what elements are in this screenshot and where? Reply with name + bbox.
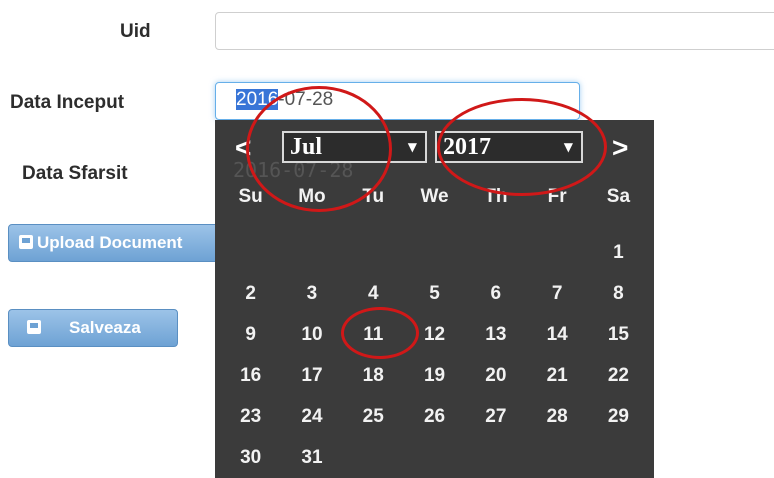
day-cell[interactable]: 23 (220, 396, 281, 437)
year-select[interactable]: 2017 ▼ (435, 131, 583, 163)
empty-day-cell (281, 232, 342, 273)
day-cell[interactable]: 31 (281, 437, 342, 478)
day-cell[interactable]: 18 (343, 355, 404, 396)
day-grid: 1 2 3 4 5 6 7 8 9 10 11 12 13 14 15 16 17 18 19 20 21 22 23 24 2… (220, 232, 649, 478)
day-cell[interactable]: 24 (281, 396, 342, 437)
day-cell[interactable]: 30 (220, 437, 281, 478)
upload-document-label: Upload Document (37, 233, 183, 252)
empty-day-cell (526, 232, 587, 273)
weekday-label: Fr (547, 186, 567, 207)
day-cell[interactable]: 13 (465, 314, 526, 355)
end-date-label: Data Sfarsit (22, 163, 128, 184)
empty-day-cell (404, 232, 465, 273)
day-cell[interactable]: 17 (281, 355, 342, 396)
weekday-header: Su Mo Tu We Th Fr Sa (220, 186, 649, 208)
weekday-label: Sa (606, 186, 631, 207)
empty-day-cell (465, 232, 526, 273)
empty-day-cell (343, 232, 404, 273)
weekday-label: We (420, 186, 449, 207)
weekday-label: Mo (298, 186, 326, 207)
day-cell[interactable]: 20 (465, 355, 526, 396)
day-cell[interactable]: 16 (220, 355, 281, 396)
day-cell[interactable]: 11 (343, 314, 404, 355)
day-cell[interactable]: 4 (343, 273, 404, 314)
chevron-down-icon: ▼ (407, 140, 417, 154)
start-date-selected-text: 2016 (236, 89, 279, 110)
day-cell[interactable]: 22 (588, 355, 649, 396)
start-date-text: -07-28 (278, 89, 334, 110)
day-cell[interactable]: 9 (220, 314, 281, 355)
weekday-label: Su (238, 186, 263, 207)
start-date-label: Data Inceput (10, 92, 125, 113)
weekday-label: Tu (362, 186, 385, 207)
start-date-input[interactable]: 2016-07-28 (215, 82, 580, 120)
day-cell[interactable]: 7 (526, 273, 587, 314)
uid-label: Uid (120, 21, 151, 42)
day-cell[interactable]: 26 (404, 396, 465, 437)
save-button[interactable]: Salveaza (8, 309, 178, 347)
day-cell[interactable]: 1 (588, 232, 649, 273)
datepicker: < 2016-07-28 Jul ▼ 2017 ▼ > Su Mo Tu We Th Fr… (215, 120, 654, 478)
day-cell[interactable]: 19 (404, 355, 465, 396)
day-cell[interactable]: 2 (220, 273, 281, 314)
month-value: Jul (290, 134, 323, 160)
next-month-button[interactable]: > (612, 132, 628, 164)
weekday-label: Th (484, 186, 508, 207)
uid-input[interactable] (215, 12, 774, 50)
day-cell[interactable]: 8 (588, 273, 649, 314)
floppy-disk-icon (27, 320, 41, 334)
day-cell[interactable]: 28 (526, 396, 587, 437)
day-cell[interactable]: 21 (526, 355, 587, 396)
day-cell[interactable]: 25 (343, 396, 404, 437)
year-value: 2017 (443, 134, 491, 160)
chevron-down-icon: ▼ (563, 140, 573, 154)
day-cell[interactable]: 14 (526, 314, 587, 355)
day-cell[interactable]: 5 (404, 273, 465, 314)
month-select[interactable]: Jul ▼ (282, 131, 427, 163)
empty-day-cell (220, 232, 281, 273)
day-cell[interactable]: 29 (588, 396, 649, 437)
day-cell[interactable]: 6 (465, 273, 526, 314)
save-label: Salveaza (69, 318, 141, 337)
day-cell[interactable]: 10 (281, 314, 342, 355)
day-cell[interactable]: 15 (588, 314, 649, 355)
day-cell[interactable]: 12 (404, 314, 465, 355)
image-icon (19, 235, 33, 249)
day-cell[interactable]: 3 (281, 273, 342, 314)
day-cell[interactable]: 27 (465, 396, 526, 437)
